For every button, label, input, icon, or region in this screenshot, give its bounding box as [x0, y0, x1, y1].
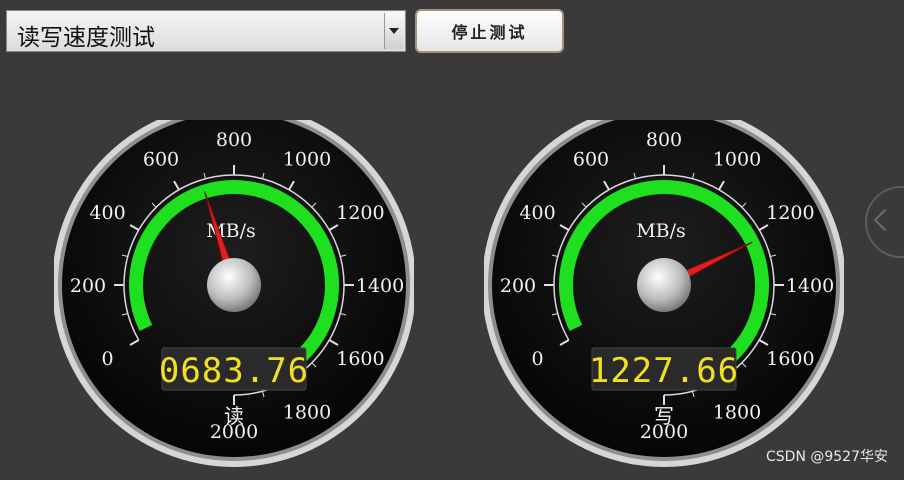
tick-label: 200: [70, 275, 106, 297]
tick-label: 1000: [283, 149, 331, 171]
test-mode-select[interactable]: 读写速度测试: [6, 10, 406, 52]
gauge-label: 读: [224, 404, 244, 428]
tick-label: 600: [143, 149, 179, 171]
chevron-down-icon[interactable]: [384, 13, 403, 49]
read-speed-gauge: 0200400600800100012001400160018002000MB/…: [54, 120, 414, 467]
watermark: CSDN @9527华安: [766, 449, 888, 465]
tick-label: 800: [216, 129, 252, 151]
speed-readout: 0683.76: [159, 351, 309, 391]
tick-label: 800: [646, 129, 682, 151]
tick-label: 0: [532, 348, 544, 370]
unit-label: MB/s: [636, 220, 686, 242]
tick-label: 1000: [713, 149, 761, 171]
write-speed-gauge: 0200400600800100012001400160018002000MB/…: [484, 120, 844, 467]
gauge-label: 写: [654, 404, 674, 428]
tick-label: 1600: [336, 348, 384, 370]
tick-label: 1200: [766, 202, 814, 224]
test-mode-value: 读写速度测试: [17, 25, 155, 51]
tick-label: 400: [89, 202, 125, 224]
tick-label: 1800: [713, 401, 761, 423]
tick-label: 1800: [283, 401, 331, 423]
needle-hub: [637, 258, 691, 312]
tick-label: 1200: [336, 202, 384, 224]
next-page-button[interactable]: [865, 186, 904, 258]
needle-hub: [207, 258, 261, 312]
tick-label: 0: [102, 348, 114, 370]
tick-label: 1400: [786, 275, 834, 297]
tick-label: 600: [573, 149, 609, 171]
tick-label: 1400: [356, 275, 404, 297]
tick-label: 200: [500, 275, 536, 297]
speed-readout: 1227.66: [589, 351, 739, 391]
stop-test-button[interactable]: 停止测试: [415, 9, 564, 53]
tick-label: 400: [519, 202, 555, 224]
chevron-left-icon: [873, 208, 897, 232]
tick-label: 1600: [766, 348, 814, 370]
